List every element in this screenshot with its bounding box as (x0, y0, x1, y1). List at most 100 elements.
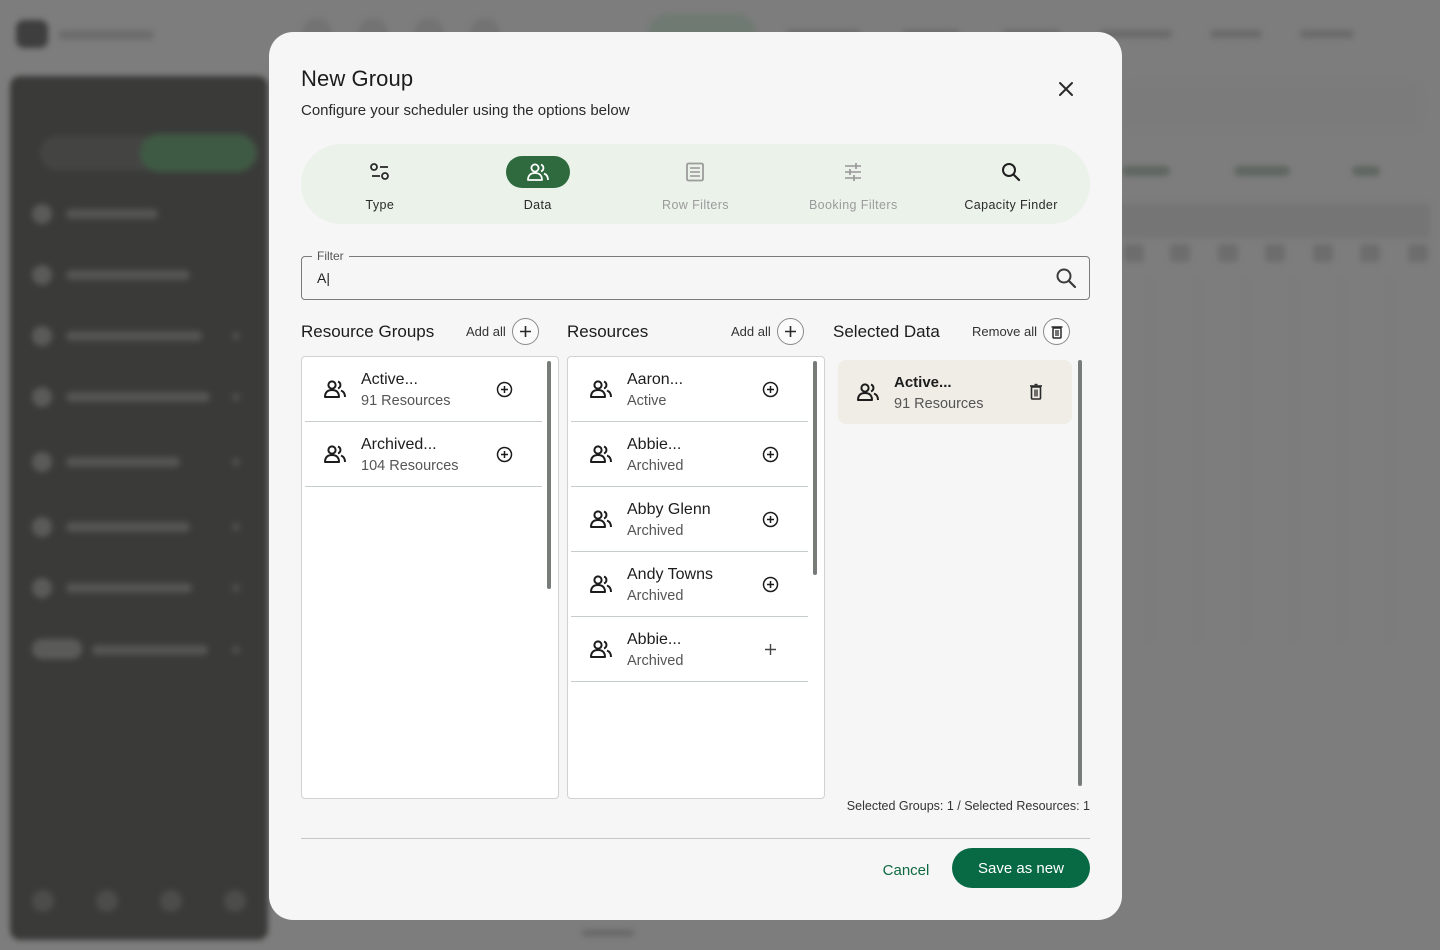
item-subtitle: 91 Resources (361, 393, 451, 409)
chevron-right-icon (232, 393, 240, 401)
tab-data[interactable]: Data (459, 144, 617, 224)
chevron-right-icon (232, 332, 240, 340)
cancel-button[interactable]: Cancel (865, 850, 947, 890)
people-icon (590, 640, 612, 658)
people-icon (526, 163, 549, 181)
new-group-dialog: New Group Configure your scheduler using… (269, 32, 1122, 920)
add-all-label: Add all (466, 324, 506, 339)
nav-item (1210, 30, 1262, 38)
list-item[interactable]: Andy Towns Archived (571, 552, 808, 617)
plus-icon[interactable] (762, 641, 779, 658)
background-day-label (1170, 244, 1190, 262)
plus-icon (784, 326, 796, 337)
resources-header: Resources (567, 318, 648, 346)
list-item[interactable]: Aaron... Active (571, 357, 808, 422)
add-circle-icon[interactable] (496, 381, 513, 398)
background-day-label (1408, 244, 1428, 262)
app-logo (16, 20, 48, 48)
add-all-label: Add all (731, 324, 771, 339)
chevron-right-icon (232, 458, 240, 466)
sidebar-item-text (66, 270, 190, 280)
background-filter-chip (1352, 166, 1380, 176)
background-search-bar (1120, 84, 1420, 128)
tab-booking-filters[interactable]: Booking Filters (774, 144, 932, 224)
background-filter-chip (1122, 166, 1170, 176)
item-title: Aaron... (627, 371, 684, 388)
background-scroll-handle (582, 930, 634, 936)
sidebar-item-icon (32, 204, 52, 224)
sidebar-item-icon (32, 517, 52, 537)
add-circle-icon[interactable] (762, 446, 779, 463)
item-title: Andy Towns (627, 566, 713, 583)
add-all-resources-button[interactable]: Add all (731, 318, 804, 345)
background-grid-header (1120, 204, 1430, 238)
trash-icon (1051, 325, 1063, 339)
add-circle-icon[interactable] (762, 511, 779, 528)
item-title: Abbie... (627, 631, 682, 648)
sidebar-item-icon (32, 387, 52, 407)
item-subtitle: Archived (627, 523, 684, 539)
background-day-label (1265, 244, 1285, 262)
item-subtitle: Archived (627, 458, 684, 474)
background-day-label (1124, 244, 1144, 262)
tab-row-filters[interactable]: Row Filters (617, 144, 775, 224)
list-item[interactable]: Abbie... Archived (571, 422, 808, 487)
list-item[interactable]: Abbie... Archived (571, 617, 808, 682)
list-item[interactable]: Archived... 104 Resources (305, 422, 542, 487)
resource-groups-title: Resource Groups (301, 322, 435, 341)
filter-field: Filter (301, 249, 1090, 300)
item-subtitle: 104 Resources (361, 458, 459, 474)
sidebar-footer-icon (96, 890, 118, 912)
step-tabs: Type Data Row Filters Booking Filters Ca… (301, 144, 1090, 224)
add-all-groups-button[interactable]: Add all (466, 318, 539, 345)
save-as-new-button[interactable]: Save as new (952, 848, 1090, 888)
list-item[interactable]: Active... 91 Resources (305, 357, 542, 422)
close-icon (1059, 82, 1073, 96)
app-logo-text (58, 30, 154, 40)
item-subtitle: Archived (627, 653, 684, 669)
scrollbar[interactable] (547, 361, 551, 589)
tab-label: Capacity Finder (964, 198, 1058, 212)
trash-icon[interactable] (1028, 383, 1044, 401)
background-grid-line (1390, 280, 1391, 640)
background-grid-line (1342, 280, 1343, 640)
add-circle-icon[interactable] (762, 381, 779, 398)
background-day-label (1360, 244, 1380, 262)
scrollbar[interactable] (813, 361, 817, 575)
background-grid-line (1150, 280, 1151, 640)
background-filter-chip (1234, 166, 1290, 176)
sidebar-footer-icon (32, 890, 54, 912)
sidebar-item-text (92, 645, 208, 655)
list-item[interactable]: Abby Glenn Archived (571, 487, 808, 552)
tab-capacity-finder[interactable]: Capacity Finder (932, 144, 1090, 224)
chevron-right-icon (232, 646, 240, 654)
item-subtitle: Active (627, 393, 667, 409)
resources-title: Resources (567, 322, 649, 341)
close-button[interactable] (1051, 74, 1081, 104)
scrollbar[interactable] (1078, 360, 1082, 786)
background-day-label (1313, 244, 1333, 262)
sidebar-item-text (66, 583, 192, 593)
item-subtitle: Archived (627, 588, 684, 604)
chevron-right-icon (232, 584, 240, 592)
sidebar-item-icon (32, 452, 52, 472)
sidebar-footer-icon (160, 890, 182, 912)
tab-type[interactable]: Type (301, 144, 459, 224)
people-icon (590, 445, 612, 463)
filter-input[interactable] (317, 257, 1037, 299)
background-grid-line (1198, 280, 1199, 640)
sidebar-item-text (66, 331, 202, 341)
remove-all-label: Remove all (972, 324, 1038, 339)
plus-icon (519, 326, 531, 337)
people-icon (590, 575, 612, 593)
dialog-title: New Group (301, 66, 414, 91)
remove-all-button[interactable]: Remove all (972, 318, 1071, 345)
people-icon (590, 380, 612, 398)
sidebar-item-icon (32, 578, 52, 598)
add-circle-icon[interactable] (762, 576, 779, 593)
sidebar-item-text (66, 209, 158, 219)
search-icon[interactable] (1055, 267, 1077, 289)
people-icon (324, 380, 346, 398)
add-circle-icon[interactable] (496, 446, 513, 463)
selected-item[interactable]: Active... 91 Resources (838, 360, 1072, 424)
